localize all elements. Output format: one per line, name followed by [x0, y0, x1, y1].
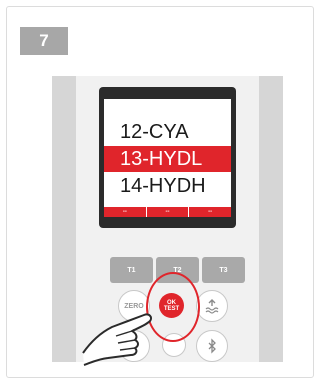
step-badge: 7: [20, 27, 68, 55]
t3-button[interactable]: T3: [202, 257, 245, 283]
right-rail: [259, 76, 283, 362]
lcd-area: 12-CYA 13-HYDL 14-HYDH -- -- --: [104, 99, 231, 217]
water-up-button[interactable]: [196, 290, 228, 322]
water-level-up-icon: [205, 299, 219, 314]
softkey-3-label: --: [208, 209, 213, 215]
menu-item-12-cya[interactable]: 12-CYA: [104, 119, 231, 145]
display-screen: 12-CYA 13-HYDL 14-HYDH -- -- --: [99, 87, 236, 228]
pointing-hand-icon: [82, 313, 153, 366]
device-panel: 12-CYA 13-HYDL 14-HYDH -- -- -- T1 T2 T3…: [52, 76, 283, 366]
softkey-2-label: --: [147, 207, 190, 217]
menu-item-13-hydl-selected[interactable]: 13-HYDL: [104, 146, 231, 172]
softkey-bar: -- -- --: [104, 207, 231, 217]
menu-item-14-hydh[interactable]: 14-HYDH: [104, 173, 231, 199]
t1-button[interactable]: T1: [110, 257, 153, 283]
instruction-card: 7 12-CYA 13-HYDL 14-HYDH -- -- -- T1 T2 …: [6, 6, 314, 378]
bluetooth-button[interactable]: [196, 330, 228, 362]
softkey-1-label: --: [104, 207, 147, 217]
left-rail: [52, 76, 76, 362]
bluetooth-icon: [208, 338, 216, 354]
